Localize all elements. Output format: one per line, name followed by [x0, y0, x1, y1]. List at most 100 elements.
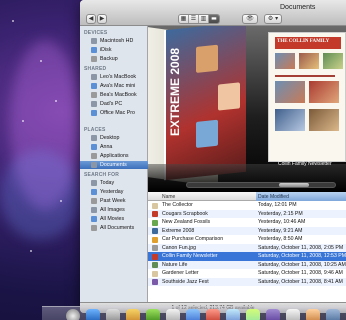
icon-view-button[interactable]: ▦	[179, 15, 189, 23]
file-icon	[152, 279, 158, 285]
magazine-photo	[196, 44, 218, 73]
sidebar-item-label: Past Week	[100, 198, 126, 204]
cover-flow-scroll-thumb[interactable]	[279, 183, 309, 187]
sidebar-item[interactable]: Documents	[80, 161, 148, 169]
file-row[interactable]: Southside Jazz Fest Saturday, October 11,…	[148, 277, 346, 286]
dock-app-icon[interactable]	[86, 309, 100, 320]
dock-app-icon[interactable]	[266, 309, 280, 320]
file-row[interactable]: Car Purchase Comparison Yesterday, 8:50 A…	[148, 235, 346, 244]
window-titlebar[interactable]: Documents ◀ ▶ ▦ ☰ ▥ ▬ 👁 ⚙ ▾	[80, 0, 346, 26]
sidebar-item[interactable]: Bea's MacBook	[80, 91, 148, 99]
file-name: Car Purchase Comparison	[162, 236, 224, 242]
forward-button[interactable]: ▶	[97, 14, 107, 24]
sidebar-item[interactable]: iDisk	[80, 46, 148, 54]
list-header: Name Date Modified	[148, 192, 346, 201]
sidebar-heading: SEARCH FOR	[84, 172, 120, 178]
dock-app-icon[interactable]	[226, 309, 240, 320]
file-row[interactable]: Nature Life Saturday, October 11, 2008, 1…	[148, 260, 346, 269]
file-date-modified: Yesterday, 9:21 AM	[258, 227, 303, 234]
newsletter-photo	[323, 53, 343, 69]
file-date-modified: Saturday, October 11, 2008, 12:53 PM	[258, 253, 346, 259]
dock-app-icon[interactable]	[166, 309, 180, 320]
file-name: New Zealand Fossils	[162, 219, 211, 225]
dock-app-icon[interactable]	[326, 309, 340, 320]
sidebar-item-icon	[91, 225, 97, 231]
file-name: Nature Life	[162, 261, 188, 268]
name-column-header[interactable]: Name	[162, 194, 175, 200]
sidebar-item-icon	[91, 92, 97, 98]
dock-app-icon[interactable]	[286, 309, 300, 320]
file-row[interactable]: Canon Fun.jpg Saturday, October 11, 2008,…	[148, 243, 346, 252]
newsletter-title: THE COLLIN FAMILY	[277, 39, 330, 44]
dock-app-icon[interactable]	[186, 309, 200, 320]
file-icon	[152, 245, 158, 251]
cover-flow-caption: Collin Family Newsletter	[278, 161, 332, 167]
action-menu-button[interactable]: ⚙ ▾	[264, 14, 282, 24]
sidebar-item[interactable]: All Documents	[80, 224, 148, 232]
dock-app-icon[interactable]	[246, 309, 260, 320]
sidebar-item[interactable]: Anna	[80, 143, 148, 151]
sidebar-item[interactable]: Applications	[80, 152, 148, 160]
sidebar-item[interactable]: Dad's PC	[80, 100, 148, 108]
file-date-modified: Yesterday, 2:15 PM	[258, 210, 303, 217]
list-view-button[interactable]: ☰	[189, 15, 199, 23]
sidebar-item[interactable]: Desktop	[80, 134, 148, 142]
sidebar-heading: DEVICES	[84, 30, 108, 36]
sidebar-item-icon	[91, 135, 97, 141]
sidebar-item-label: Today	[100, 180, 115, 186]
sidebar-item[interactable]: Yesterday	[80, 188, 148, 196]
window-title: Documents	[280, 4, 316, 11]
file-icon	[152, 228, 158, 234]
file-list: Name Date Modified The Collector Today, 1…	[148, 192, 346, 302]
file-row[interactable]: Cougars Scrapbook Yesterday, 2:15 PM	[148, 209, 346, 218]
file-icon	[152, 253, 158, 260]
file-row[interactable]: Gardener Letter Saturday, October 11, 200…	[148, 269, 346, 278]
file-date-modified: Saturday, October 11, 2008, 9:46 AM	[258, 270, 343, 276]
sidebar-item-icon	[91, 189, 97, 195]
file-icon	[152, 270, 158, 277]
dock-app-icon[interactable]	[306, 309, 320, 320]
sidebar-item[interactable]: Leo's MacBook	[80, 73, 148, 81]
sidebar-item-label: Documents	[100, 162, 127, 168]
cover-flow-newsletter[interactable]: THE COLLIN FAMILY	[268, 32, 346, 162]
cover-flow-button[interactable]: ▬	[209, 15, 219, 23]
sidebar-item[interactable]: Macintosh HD	[80, 37, 148, 45]
sidebar-item-label: Bea's MacBook	[100, 92, 137, 98]
file-row[interactable]: New Zealand Fossils Yesterday, 10:46 AM	[148, 218, 346, 227]
file-icon	[152, 236, 158, 243]
file-name: Gardener Letter	[162, 270, 199, 276]
dock-app-icon[interactable]	[66, 309, 80, 320]
sidebar-item[interactable]: Past Week	[80, 197, 148, 205]
sidebar-item-label: Dad's PC	[100, 101, 123, 107]
dock-app-icon[interactable]	[106, 309, 120, 320]
sidebar-item-label: iDisk	[100, 47, 112, 53]
sidebar-item[interactable]: All Images	[80, 206, 148, 214]
file-row[interactable]: The Collector Today, 12:01 PM	[148, 201, 346, 210]
cover-flow-scrollbar[interactable]	[186, 182, 336, 188]
magazine-title: EXTREME 2008	[168, 47, 182, 136]
dock-app-icon[interactable]	[146, 309, 160, 320]
sidebar-item-label: Backup	[100, 56, 118, 62]
back-button[interactable]: ◀	[86, 14, 96, 24]
file-row[interactable]: Collin Family Newsletter Saturday, Octobe…	[148, 252, 346, 261]
sidebar-item-label: All Movies	[100, 216, 125, 222]
sidebar-item[interactable]: Office Mac Pro	[80, 109, 148, 117]
sidebar-item-label: Yesterday	[100, 189, 124, 195]
file-date-modified: Yesterday, 8:50 AM	[258, 236, 303, 242]
file-date-modified: Today, 12:01 PM	[258, 202, 297, 208]
sidebar-item[interactable]: Backup	[80, 55, 148, 63]
sidebar-item[interactable]: Today	[80, 179, 148, 187]
file-row[interactable]: Extreme 2008 Yesterday, 9:21 AM	[148, 226, 346, 235]
date-modified-column-header[interactable]: Date Modified	[256, 192, 346, 201]
sidebar-item-icon	[91, 101, 97, 107]
view-mode-control[interactable]: ▦ ☰ ▥ ▬	[178, 14, 220, 24]
dock-app-icon[interactable]	[126, 309, 140, 320]
file-name: Canon Fun.jpg	[162, 244, 197, 251]
sidebar-item[interactable]: Ava's Mac mini	[80, 82, 148, 90]
dock-app-icon[interactable]	[206, 309, 220, 320]
quick-look-button[interactable]: 👁	[242, 14, 258, 24]
cover-flow-view[interactable]: EXTREME 2008 THE COLLIN FAMILY Collin Fa…	[148, 26, 346, 192]
newsletter-rule	[275, 75, 335, 77]
column-view-button[interactable]: ▥	[199, 15, 209, 23]
sidebar-item[interactable]: All Movies	[80, 215, 148, 223]
